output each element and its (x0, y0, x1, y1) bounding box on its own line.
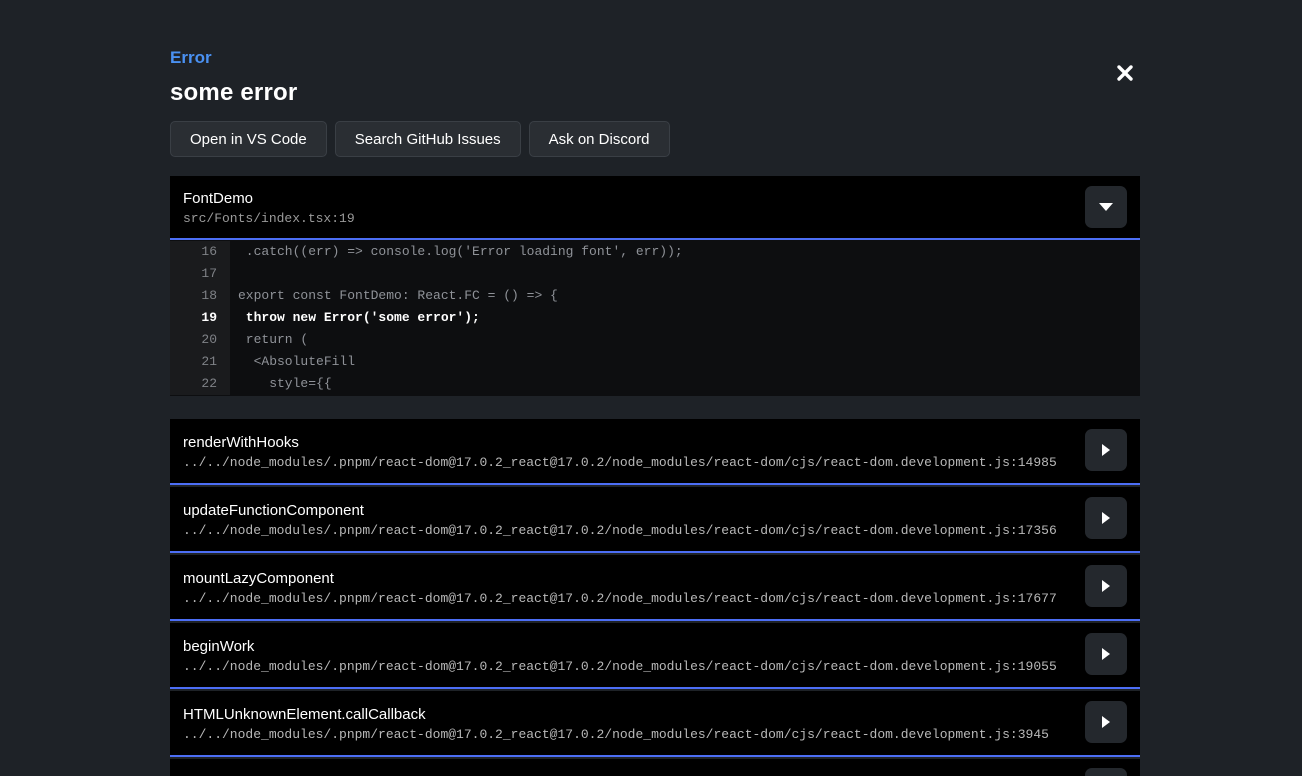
expand-frame-button[interactable] (1085, 565, 1127, 607)
frame-function-name: beginWork (183, 638, 1140, 655)
close-icon (1115, 63, 1135, 83)
code-line: 18export const FontDemo: React.FC = () =… (170, 285, 1140, 307)
close-button[interactable] (1110, 58, 1140, 88)
collapse-frame-button[interactable] (1085, 186, 1127, 228)
line-number: 18 (170, 285, 230, 307)
stack-frame-row: updateFunctionComponent ../../node_modul… (170, 487, 1140, 553)
frame-source-path: ../../node_modules/.pnpm/react-dom@17.0.… (183, 727, 1140, 742)
code-line-highlighted: 19 throw new Error('some error'); (170, 307, 1140, 329)
frame-source-path: ../../node_modules/.pnpm/react-dom@17.0.… (183, 455, 1140, 470)
error-message-title: some error (170, 79, 297, 107)
stack-frame-row-partial (170, 759, 1140, 776)
stack-frame-row: renderWithHooks ../../node_modules/.pnpm… (170, 419, 1140, 485)
line-number: 17 (170, 263, 230, 285)
expand-frame-button[interactable] (1085, 429, 1127, 471)
expand-frame-button[interactable] (1085, 701, 1127, 743)
ask-on-discord-button[interactable]: Ask on Discord (529, 121, 670, 157)
frame-function-name: updateFunctionComponent (183, 502, 1140, 519)
code-text: .catch((err) => console.log('Error loadi… (230, 241, 1140, 263)
frame-source-path: ../../node_modules/.pnpm/react-dom@17.0.… (183, 659, 1140, 674)
frame-function-name: mountLazyComponent (183, 570, 1140, 587)
line-number: 21 (170, 351, 230, 373)
code-line: 21 <AbsoluteFill (170, 351, 1140, 373)
open-in-vscode-button[interactable]: Open in VS Code (170, 121, 327, 157)
frame-source-path: ../../node_modules/.pnpm/react-dom@17.0.… (183, 591, 1140, 606)
stack-frame-row: mountLazyComponent ../../node_modules/.p… (170, 555, 1140, 621)
expand-frame-button[interactable] (1085, 633, 1127, 675)
frame-function-name: renderWithHooks (183, 434, 1140, 451)
chevron-right-icon (1102, 512, 1110, 524)
code-snippet: 16 .catch((err) => console.log('Error lo… (170, 240, 1140, 396)
error-kind-label: Error (170, 48, 212, 68)
frame-source-path: ../../node_modules/.pnpm/react-dom@17.0.… (183, 523, 1140, 538)
chevron-right-icon (1102, 648, 1110, 660)
expanded-frame-header: FontDemo src/Fonts/index.tsx:19 (170, 176, 1140, 240)
code-text (230, 263, 1140, 285)
line-number: 19 (170, 307, 230, 329)
code-line: 17 (170, 263, 1140, 285)
stack-frame-row: beginWork ../../node_modules/.pnpm/react… (170, 623, 1140, 689)
chevron-down-icon (1099, 203, 1113, 211)
code-line: 20 return ( (170, 329, 1140, 351)
search-github-issues-button[interactable]: Search GitHub Issues (335, 121, 521, 157)
expanded-stack-frame: FontDemo src/Fonts/index.tsx:19 16 .catc… (170, 176, 1140, 396)
line-number: 20 (170, 329, 230, 351)
error-overlay: { "colors": { "background": "#1e2227", "… (0, 0, 1302, 776)
code-text: <AbsoluteFill (230, 351, 1140, 373)
chevron-right-icon (1102, 580, 1110, 592)
code-text: return ( (230, 329, 1140, 351)
chevron-right-icon (1102, 716, 1110, 728)
stack-frame-row: HTMLUnknownElement.callCallback ../../no… (170, 691, 1140, 757)
frame-function-name: HTMLUnknownElement.callCallback (183, 706, 1140, 723)
code-text: style={{ (230, 373, 1140, 395)
expand-frame-button[interactable] (1085, 768, 1127, 776)
frame-function-name: FontDemo (183, 190, 1140, 207)
stack-frame-list: renderWithHooks ../../node_modules/.pnpm… (170, 419, 1140, 776)
code-text: throw new Error('some error'); (230, 307, 1140, 329)
line-number: 16 (170, 241, 230, 263)
code-text: export const FontDemo: React.FC = () => … (230, 285, 1140, 307)
code-line: 22 style={{ (170, 373, 1140, 395)
code-line: 16 .catch((err) => console.log('Error lo… (170, 241, 1140, 263)
chevron-right-icon (1102, 444, 1110, 456)
line-number: 22 (170, 373, 230, 395)
expand-frame-button[interactable] (1085, 497, 1127, 539)
frame-source-location: src/Fonts/index.tsx:19 (183, 211, 1140, 226)
action-buttons: Open in VS Code Search GitHub Issues Ask… (170, 121, 670, 157)
